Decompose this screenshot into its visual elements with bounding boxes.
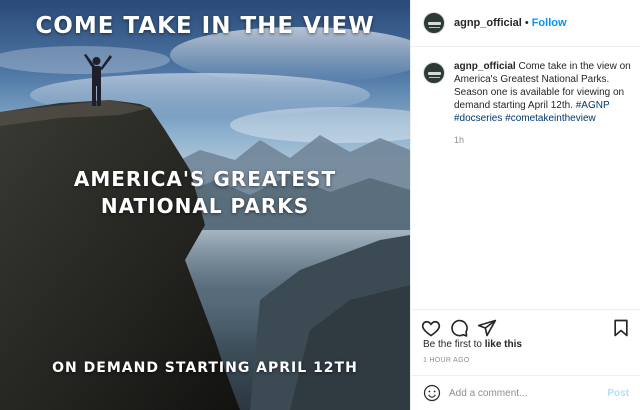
likes-text: Be the first to like this — [423, 339, 522, 350]
comment-icon[interactable] — [449, 318, 469, 338]
avatar[interactable] — [423, 12, 445, 34]
post-header: agnp_official • Follow — [411, 0, 640, 47]
post-button[interactable]: Post — [607, 388, 629, 399]
hashtag-docseries[interactable]: #docseries — [454, 113, 502, 124]
image-title: AMERICA'S GREATEST NATIONAL PARKS — [0, 166, 410, 220]
follow-button[interactable]: Follow — [532, 17, 567, 29]
caption-username[interactable]: agnp_official — [454, 61, 516, 72]
caption-avatar[interactable] — [423, 62, 445, 84]
separator-dot: • — [524, 17, 529, 29]
likes-prefix: Be the first to — [423, 339, 485, 350]
comment-bar: Post — [411, 375, 640, 410]
emoji-icon[interactable] — [423, 384, 441, 402]
caption-body: agnp_official Come take in the view on A… — [454, 60, 632, 145]
caption: agnp_official Come take in the view on A… — [423, 60, 633, 145]
post-timestamp: 1 HOUR AGO — [423, 357, 470, 364]
bookmark-icon[interactable] — [611, 318, 631, 338]
hashtag-agnp[interactable]: #AGNP — [576, 100, 610, 111]
image-title-line-2: NATIONAL PARKS — [100, 194, 310, 218]
like-this-link[interactable]: like this — [485, 339, 522, 350]
header-username[interactable]: agnp_official — [454, 17, 522, 29]
caption-text: agnp_official Come take in the view on A… — [454, 60, 632, 125]
action-bar — [411, 309, 640, 343]
caption-time: 1h — [454, 135, 465, 145]
post-sidebar: agnp_official • Follow agnp_official Com… — [410, 0, 640, 410]
image-footer-text: ON DEMAND STARTING APRIL 12TH — [52, 360, 358, 376]
share-icon[interactable] — [477, 318, 497, 338]
comment-input[interactable] — [449, 387, 599, 399]
image-title-line-1: AMERICA'S GREATEST — [73, 167, 337, 191]
hashtag-cometakeintheview[interactable]: #cometakeintheview — [505, 113, 596, 124]
post-image[interactable]: COME TAKE IN THE VIEW AMERICA'S GREATEST… — [0, 0, 410, 410]
heart-icon[interactable] — [421, 318, 441, 338]
image-headline: COME TAKE IN THE VIEW — [35, 13, 375, 39]
